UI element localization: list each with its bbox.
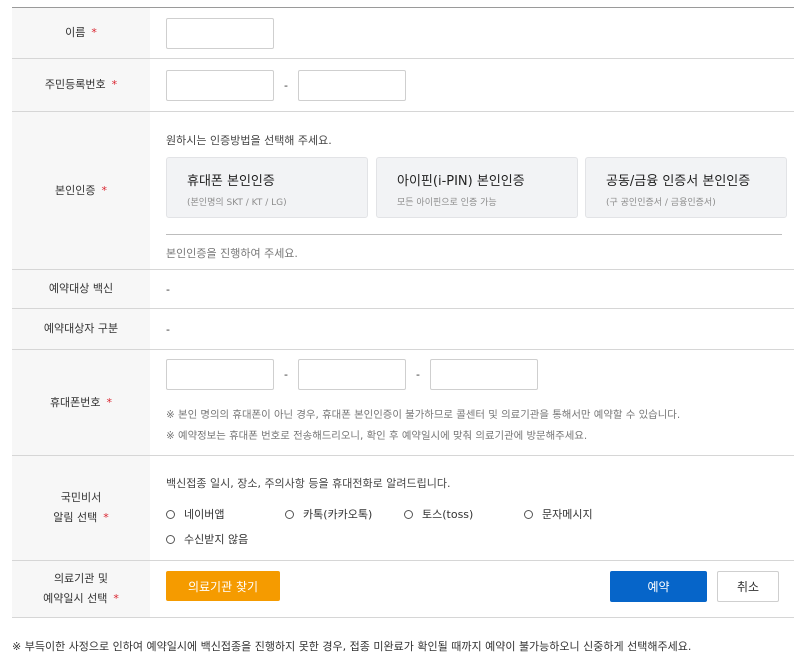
radio-circle-icon <box>166 534 175 544</box>
radio-kakaotalk[interactable]: 카톡(카카오톡) <box>285 506 372 522</box>
radio-toss-label: 토스(toss) <box>422 508 474 521</box>
vaccine-value: - <box>166 282 170 296</box>
required-mark: * <box>101 183 107 197</box>
identity-label: 본인인증 <box>55 183 96 197</box>
required-mark: * <box>113 592 119 605</box>
institution-content: 의료기관 찾기 예약 취소 <box>150 561 794 617</box>
notification-label-cell: 국민비서 알림 선택 * <box>12 456 150 560</box>
notification-content: 백신접종 일시, 장소, 주의사항 등을 휴대전화로 알려드립니다. 네이버앱 … <box>150 456 794 560</box>
phone-note-1: ※ 본인 명의의 휴대폰이 아닌 경우, 휴대폰 본인인증이 불가하므로 콜센터… <box>166 409 681 421</box>
find-institution-button[interactable]: 의료기관 찾기 <box>166 571 280 601</box>
ipin-auth-subtitle: 모든 아이핀으로 인증 가능 <box>397 198 497 208</box>
radio-circle-icon <box>166 509 175 519</box>
phone-auth-title: 휴대폰 본인인증 <box>187 174 275 189</box>
vaccine-label-cell: 예약대상 백신 <box>12 270 150 308</box>
institution-row: 의료기관 및 예약일시 선택 * 의료기관 찾기 예약 취소 <box>12 561 794 618</box>
radio-sms-label: 문자메시지 <box>542 508 593 521</box>
institution-label-cell: 의료기관 및 예약일시 선택 * <box>12 561 150 617</box>
radio-circle-icon <box>524 509 533 519</box>
identity-divider <box>166 234 782 235</box>
notification-guide: 백신접종 일시, 장소, 주의사항 등을 휴대전화로 알려드립니다. <box>166 477 451 490</box>
resident-number-back-input[interactable] <box>298 69 406 101</box>
required-mark: * <box>106 395 113 409</box>
phone-separator: - <box>416 368 420 381</box>
vaccine-row: 예약대상 백신 - <box>12 270 794 309</box>
certificate-auth-subtitle: (구 공인인증서 / 금융인증서) <box>606 198 716 208</box>
vaccine-label: 예약대상 백신 <box>48 282 114 295</box>
resident-number-label-cell: 주민등록번호 * <box>12 59 150 111</box>
identity-content: 원하시는 인증방법을 선택해 주세요. 휴대폰 본인인증 (본인명의 SKT /… <box>150 112 794 269</box>
required-mark: * <box>91 26 97 39</box>
resident-number-content: - <box>150 59 794 111</box>
resident-number-separator: - <box>284 78 288 92</box>
identity-label-cell: 본인인증 * <box>12 112 150 269</box>
reservation-form: 이름 * 주민등록번호 * - 본인인증 * 원하시는 인증방법을 선택해 주세요. … <box>12 7 794 618</box>
target-type-label: 예약대상자 구분 <box>43 322 119 335</box>
resident-number-row: 주민등록번호 * - <box>12 59 794 112</box>
required-mark: * <box>111 78 118 91</box>
institution-label-line1: 의료기관 및 <box>53 572 109 585</box>
phone-note-2: ※ 예약정보는 휴대폰 번호로 전송해드리오니, 확인 후 예약일시에 맞춰 의… <box>166 430 588 442</box>
phone-inputs: - - <box>166 359 538 390</box>
phone-auth-subtitle: (본인명의 SKT / KT / LG) <box>187 198 287 208</box>
notification-label-line1: 국민비서 <box>60 491 102 504</box>
notification-label-line2: 알림 선택 <box>53 511 98 524</box>
identity-row: 본인인증 * 원하시는 인증방법을 선택해 주세요. 휴대폰 본인인증 (본인명의… <box>12 112 794 270</box>
certificate-auth-button[interactable]: 공동/금융 인증서 본인인증 (구 공인인증서 / 금융인증서) <box>585 157 787 218</box>
radio-circle-icon <box>404 509 413 519</box>
name-input[interactable] <box>166 17 274 49</box>
required-mark: * <box>103 511 109 524</box>
phone-first-input[interactable] <box>166 359 274 390</box>
name-content <box>150 8 794 58</box>
radio-no-receive-label: 수신받지 않음 <box>184 533 249 546</box>
notification-row: 국민비서 알림 선택 * 백신접종 일시, 장소, 주의사항 등을 휴대전화로 알… <box>12 456 794 561</box>
radio-naver-app[interactable]: 네이버앱 <box>166 506 224 522</box>
name-row: 이름 * <box>12 8 794 59</box>
vaccine-content: - <box>150 270 794 308</box>
phone-auth-button[interactable]: 휴대폰 본인인증 (본인명의 SKT / KT / LG) <box>166 157 368 218</box>
target-type-row: 예약대상자 구분 - <box>12 309 794 350</box>
target-type-label-cell: 예약대상자 구분 <box>12 309 150 349</box>
cancel-button[interactable]: 취소 <box>717 571 779 602</box>
ipin-auth-button[interactable]: 아이핀(i-PIN) 본인인증 모든 아이핀으로 인증 가능 <box>376 157 578 218</box>
phone-row: 휴대폰번호 * - - ※ 본인 명의의 휴대폰이 아닌 경우, 휴대폰 본인인증… <box>12 350 794 456</box>
phone-content: - - ※ 본인 명의의 휴대폰이 아닌 경우, 휴대폰 본인인증이 불가하므로… <box>150 350 794 455</box>
phone-middle-input[interactable] <box>298 359 406 390</box>
ipin-auth-title: 아이핀(i-PIN) 본인인증 <box>397 174 525 189</box>
resident-number-front-input[interactable] <box>166 69 274 101</box>
radio-sms[interactable]: 문자메시지 <box>524 506 593 522</box>
target-type-content: - <box>150 309 794 349</box>
identity-status: 본인인증을 진행하여 주세요. <box>166 247 298 260</box>
radio-naver-app-label: 네이버앱 <box>184 508 225 521</box>
name-label-cell: 이름 * <box>12 8 150 58</box>
phone-separator: - <box>284 368 288 381</box>
radio-toss[interactable]: 토스(toss) <box>404 506 473 522</box>
reserve-button[interactable]: 예약 <box>610 571 707 602</box>
phone-label: 휴대폰번호 <box>49 395 101 409</box>
phone-label-cell: 휴대폰번호 * <box>12 350 150 455</box>
radio-no-receive[interactable]: 수신받지 않음 <box>166 531 248 547</box>
phone-last-input[interactable] <box>430 359 538 390</box>
radio-kakaotalk-label: 카톡(카카오톡) <box>303 508 373 521</box>
certificate-auth-title: 공동/금융 인증서 본인인증 <box>606 174 751 189</box>
identity-guide: 원하시는 인증방법을 선택해 주세요. <box>166 134 332 147</box>
resident-number-label: 주민등록번호 <box>44 78 106 91</box>
target-type-value: - <box>166 322 170 336</box>
bottom-footnote: ※ 부득이한 사정으로 인하여 예약일시에 백신접종을 진행하지 못한 경우, … <box>12 640 692 653</box>
institution-label-line2: 예약일시 선택 <box>43 592 108 605</box>
name-label: 이름 <box>65 26 86 39</box>
radio-circle-icon <box>285 509 294 519</box>
